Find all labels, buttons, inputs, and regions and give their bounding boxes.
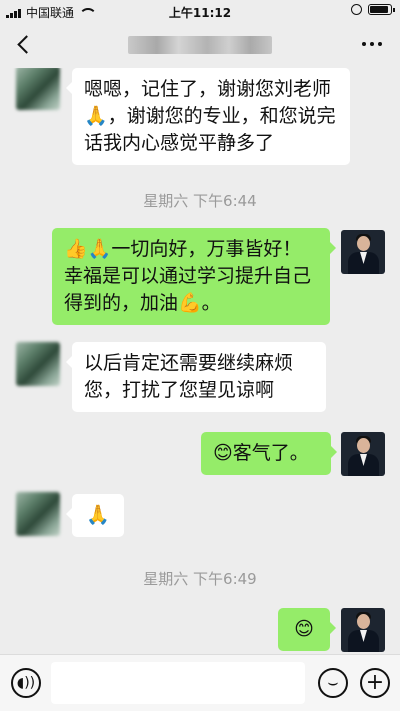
voice-button[interactable]: ◖)) bbox=[11, 668, 41, 698]
message-input[interactable] bbox=[51, 662, 305, 704]
message-bubble-outgoing[interactable]: 😊客气了。 bbox=[201, 432, 337, 475]
emoji-button[interactable]: ⌣ bbox=[318, 668, 348, 698]
contact-avatar[interactable] bbox=[16, 342, 60, 386]
message-bubble-incoming[interactable]: 嗯嗯，记住了，谢谢您刘老师🙏，谢谢您的专业，和您说完话我内心感觉平静多了 bbox=[66, 68, 350, 165]
alarm-icon bbox=[351, 4, 362, 15]
voice-icon: ◖)) bbox=[16, 675, 36, 691]
message-bubble-incoming[interactable]: 以后肯定还需要继续麻烦您，打扰了您望见谅啊 bbox=[66, 342, 326, 412]
my-avatar[interactable] bbox=[341, 608, 385, 652]
contact-name-redacted bbox=[128, 36, 272, 54]
more-button[interactable] bbox=[362, 42, 382, 46]
message-list[interactable]: 嗯嗯，记住了，谢谢您刘老师🙏，谢谢您的专业，和您说完话我内心感觉平静多了 星期六… bbox=[0, 68, 400, 654]
back-button[interactable] bbox=[14, 32, 38, 56]
contact-avatar[interactable] bbox=[16, 492, 60, 536]
my-avatar[interactable] bbox=[341, 230, 385, 274]
message-bubble-incoming[interactable]: 🙏 bbox=[66, 494, 124, 537]
battery-icon bbox=[368, 4, 395, 15]
message-bubble-outgoing[interactable]: 😊 bbox=[278, 608, 336, 651]
plus-button[interactable]: + bbox=[360, 668, 390, 698]
timestamp: 星期六 下午6:49 bbox=[143, 570, 257, 588]
status-right bbox=[351, 4, 395, 15]
status-bar: 中国联通 上午11:12 bbox=[0, 0, 400, 22]
input-toolbar: ◖)) ⌣ + bbox=[0, 654, 400, 711]
chat-header bbox=[0, 22, 400, 68]
plus-icon: + bbox=[365, 670, 385, 695]
contact-avatar[interactable] bbox=[16, 68, 60, 110]
emoji-icon: ⌣ bbox=[327, 672, 339, 693]
message-bubble-outgoing[interactable]: 👍🙏一切向好，万事皆好！幸福是可以通过学习提升自己得到的，加油💪。 bbox=[52, 228, 336, 325]
my-avatar[interactable] bbox=[341, 432, 385, 476]
clock: 上午11:12 bbox=[168, 6, 232, 20]
timestamp: 星期六 下午6:44 bbox=[143, 192, 257, 210]
